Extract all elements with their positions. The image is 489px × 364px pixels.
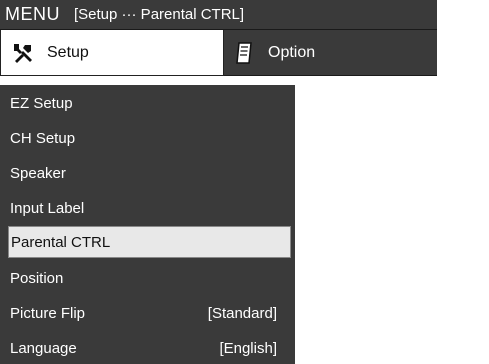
menu-item-value: [English] [219, 339, 277, 357]
menu-item-value: [Standard] [207, 304, 277, 322]
menu-item-speaker[interactable]: Speaker [8, 157, 291, 189]
menu-item-ez-setup[interactable]: EZ Setup [8, 87, 291, 119]
tab-row: Setup Option [0, 30, 437, 78]
menu-item-language[interactable]: Language [English] [8, 332, 291, 364]
tab-option[interactable]: Option [224, 30, 437, 76]
tab-option-label: Option [268, 43, 316, 61]
menu-item-parental-ctrl[interactable]: Parental CTRL [8, 226, 291, 258]
menu-item-label: Parental CTRL [11, 233, 111, 251]
menu-header: MENU [Setup ··· Parental CTRL] [0, 0, 437, 30]
wrench-icon [11, 41, 35, 65]
menu-item-input-label[interactable]: Input Label [8, 192, 291, 224]
menu-item-picture-flip[interactable]: Picture Flip [Standard] [8, 297, 291, 329]
menu-item-label: Speaker [10, 164, 66, 182]
note-icon [232, 41, 256, 65]
breadcrumb: [Setup ··· Parental CTRL] [74, 6, 245, 23]
menu-title: MENU [5, 4, 60, 24]
menu-item-label: Input Label [10, 199, 85, 217]
menu-item-label: EZ Setup [10, 94, 73, 112]
setup-menu-list: EZ Setup CH Setup Speaker Input Label Pa… [0, 85, 295, 364]
menu-item-label: Language [10, 339, 77, 357]
menu-item-position[interactable]: Position [8, 262, 291, 294]
menu-item-label: CH Setup [10, 129, 76, 147]
tab-setup-label: Setup [47, 43, 89, 61]
menu-item-ch-setup[interactable]: CH Setup [8, 122, 291, 154]
menu-item-label: Position [10, 269, 64, 287]
menu-item-label: Picture Flip [10, 304, 86, 322]
tab-setup[interactable]: Setup [0, 30, 224, 76]
